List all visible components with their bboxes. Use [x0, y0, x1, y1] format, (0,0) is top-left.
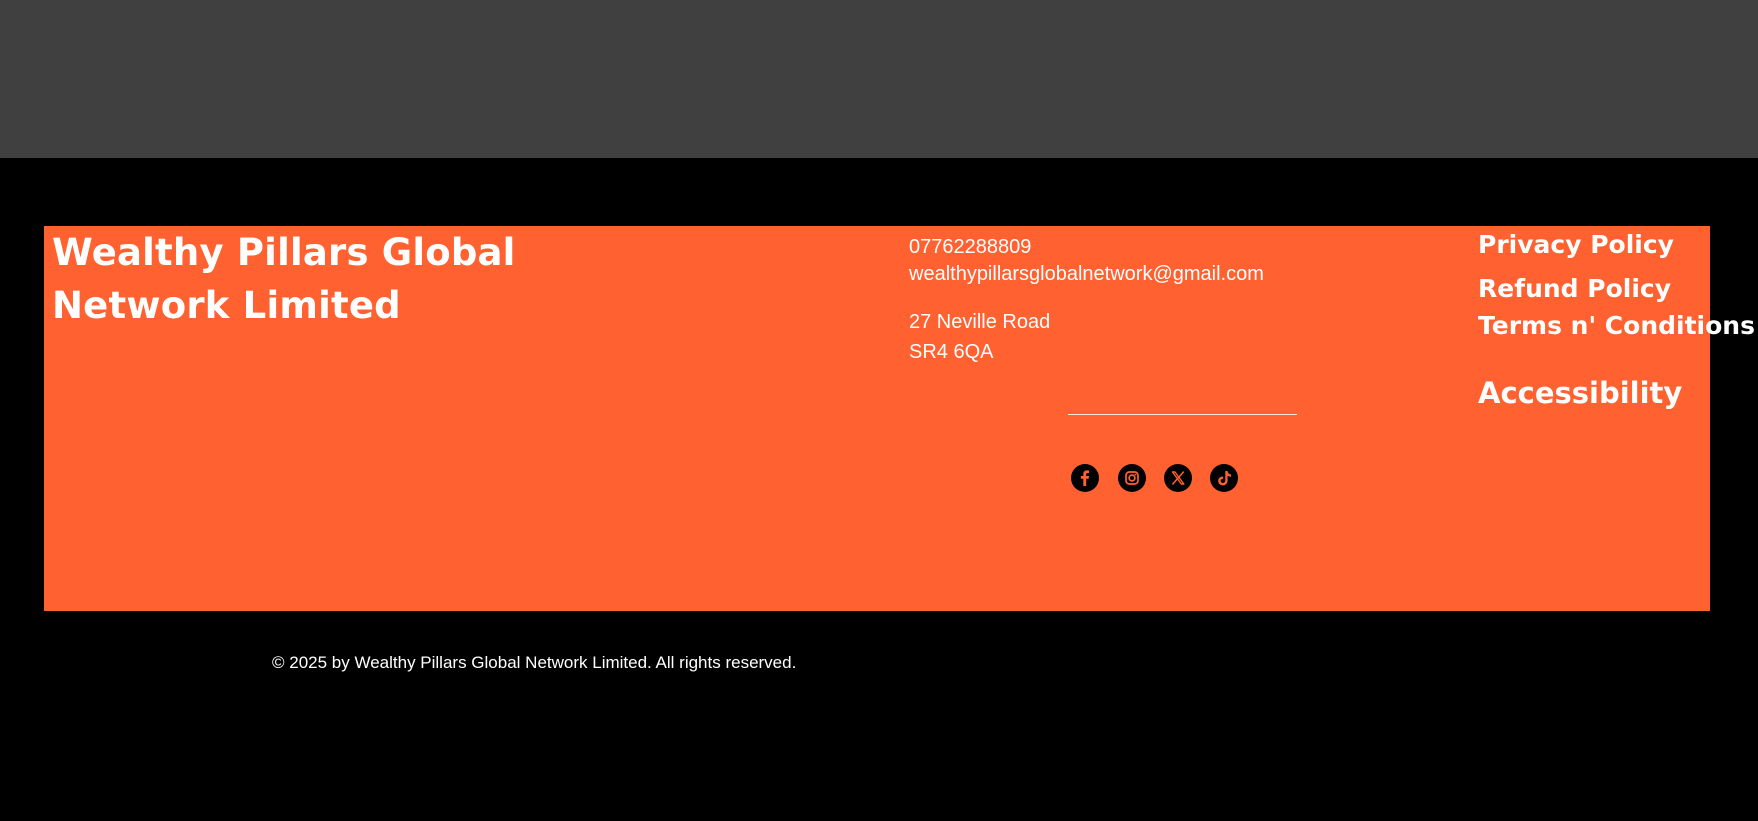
terms-conditions-link[interactable]: Terms n' Conditions: [1478, 310, 1755, 342]
copyright-notice: © 2025 by Wealthy Pillars Global Network…: [272, 653, 797, 672]
company-name: Wealthy Pillars Global Network Limited: [52, 226, 572, 332]
facebook-link[interactable]: [1071, 464, 1099, 492]
company-name-line-1: Wealthy Pillars Global: [52, 231, 516, 274]
company-name-line-2: Network Limited: [52, 284, 401, 327]
tiktok-icon: [1218, 471, 1231, 486]
contact-address-line-1: 27 Neville Road: [909, 311, 1051, 333]
facebook-icon: [1080, 470, 1090, 486]
header-placeholder-band: [0, 0, 1758, 158]
tiktok-link[interactable]: [1210, 464, 1238, 492]
x-twitter-link[interactable]: [1164, 464, 1192, 492]
x-twitter-icon: [1171, 471, 1185, 485]
contact-email[interactable]: wealthypillarsglobalnetwork@gmail.com: [909, 261, 1264, 288]
instagram-link[interactable]: [1118, 464, 1146, 492]
instagram-icon: [1125, 471, 1139, 485]
contact-address-line-2: SR4 6QA: [909, 341, 994, 363]
accessibility-link[interactable]: Accessibility: [1478, 374, 1682, 412]
footer-divider: [1068, 414, 1297, 415]
privacy-policy-link[interactable]: Privacy Policy: [1478, 229, 1674, 261]
contact-phone: 07762288809: [909, 236, 1032, 258]
refund-policy-link[interactable]: Refund Policy: [1478, 273, 1671, 305]
